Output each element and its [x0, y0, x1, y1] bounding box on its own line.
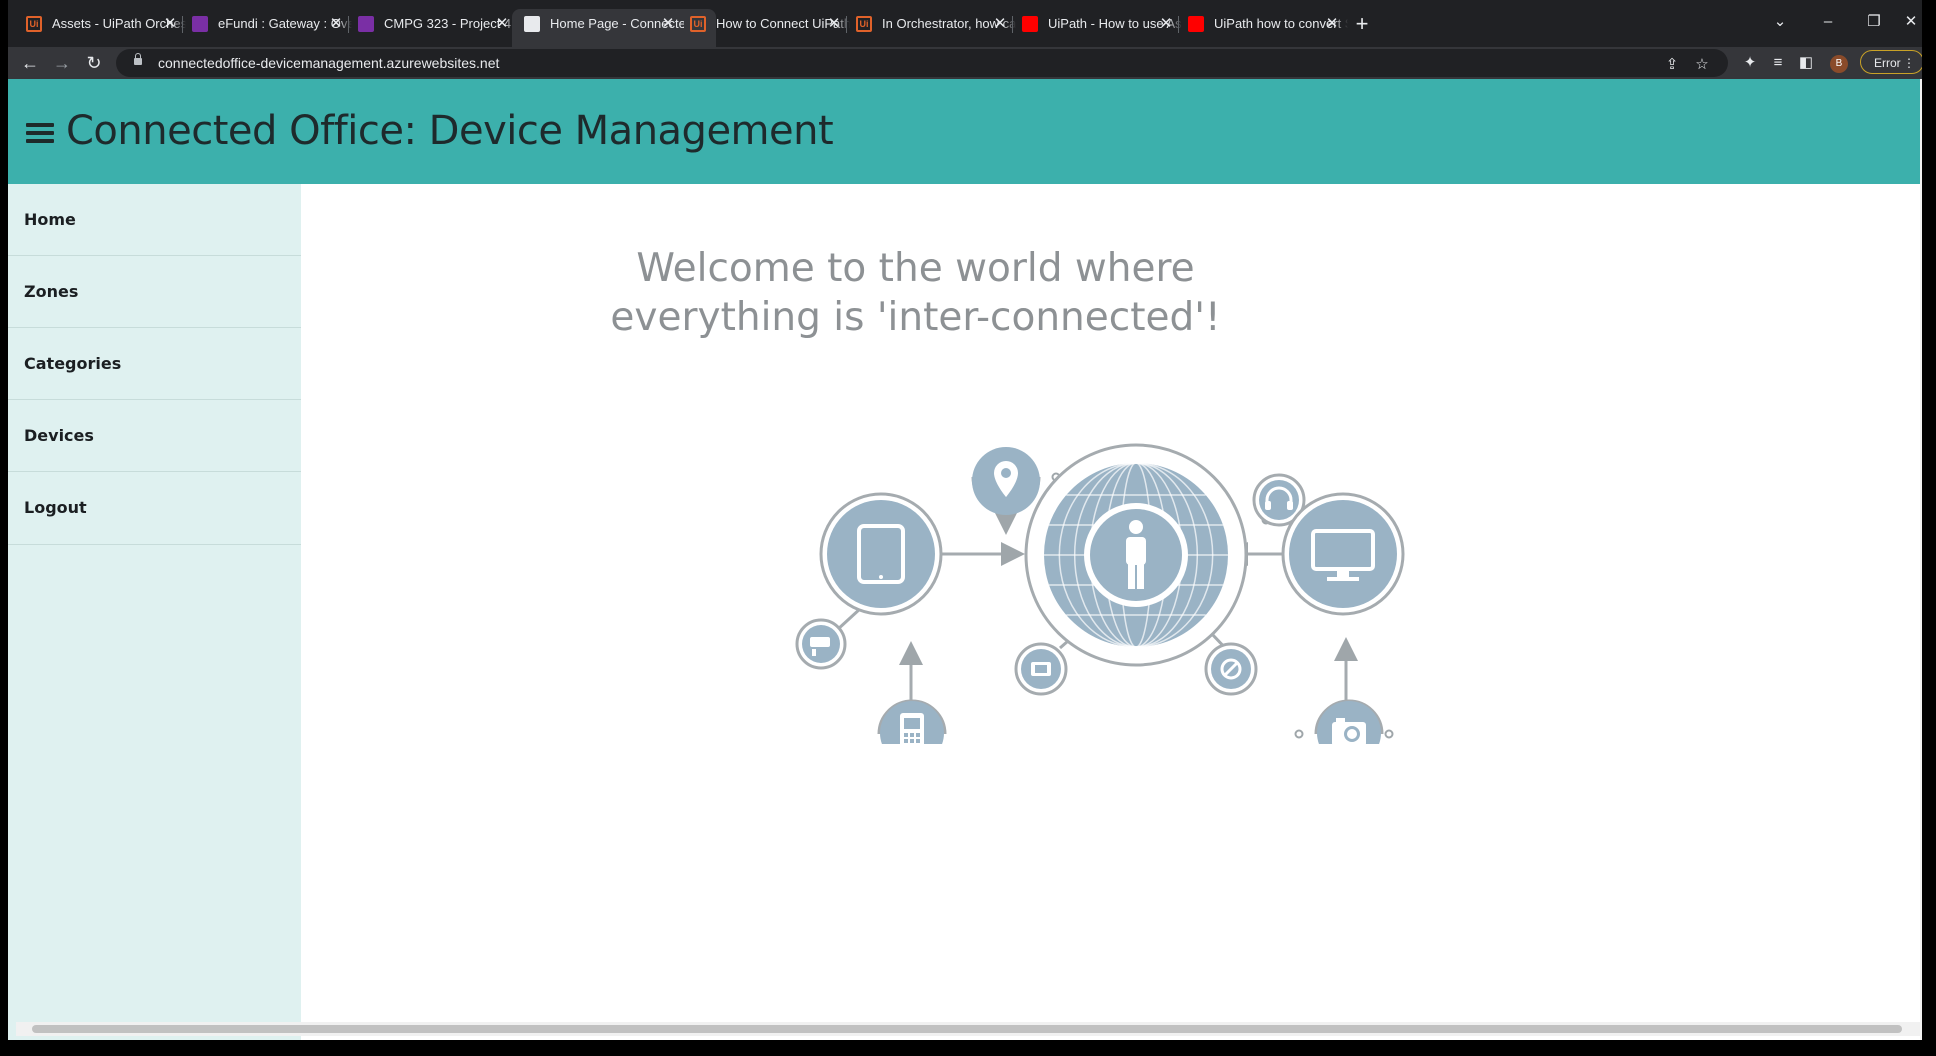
welcome-line-2: everything is 'inter-connected'!	[610, 295, 1221, 340]
youtube-icon	[1022, 16, 1038, 32]
close-icon[interactable]: ✕	[1156, 9, 1176, 39]
scroll-thumb[interactable]	[32, 1025, 1902, 1033]
welcome-heading: Welcome to the world where everything is…	[301, 244, 1530, 342]
close-icon[interactable]: ✕	[1322, 9, 1342, 39]
tv-icon	[1014, 642, 1068, 696]
error-label: Error	[1874, 56, 1901, 70]
site-title: Connected Office: Device Management	[66, 108, 834, 154]
bookmark-star-icon[interactable]: ☆	[1690, 53, 1714, 77]
extensions-icon[interactable]: ✦	[1738, 51, 1762, 75]
browser-toolbar: ← → ↻ connectedoffice-devicemanagement.a…	[8, 47, 1922, 79]
mobile-phone-icon	[880, 701, 944, 744]
sidebar-item-logout[interactable]: Logout	[8, 472, 301, 545]
cctv-camera-icon	[795, 618, 847, 670]
efundi-icon	[192, 16, 208, 32]
uipath-icon: Ui	[856, 16, 872, 32]
reload-button[interactable]: ↻	[80, 49, 108, 77]
close-icon[interactable]: ✕	[658, 9, 678, 39]
sidebar-item-devices[interactable]: Devices	[8, 400, 301, 472]
horizontal-scrollbar[interactable]	[16, 1022, 1920, 1036]
tab-search-icon[interactable]: ⌄	[1760, 10, 1800, 34]
efundi-icon	[358, 16, 374, 32]
compass-icon	[1204, 642, 1258, 696]
sidebar-item-zones[interactable]: Zones	[8, 256, 301, 328]
vertical-scrollbar[interactable]	[1920, 79, 1922, 1040]
video-controls-strip	[0, 1040, 1936, 1056]
close-icon[interactable]: ✕	[326, 9, 346, 39]
close-icon[interactable]: ✕	[160, 9, 180, 39]
connector-dot	[1294, 729, 1304, 739]
share-icon[interactable]: ⇪	[1660, 53, 1684, 77]
menu-dots-icon: ⋮	[1903, 56, 1915, 70]
browser-window: Ui Assets - UiPath Orchestrator ✕ eFundi…	[8, 0, 1922, 1040]
back-button[interactable]: ←	[16, 49, 44, 77]
camera-icon	[1317, 701, 1381, 744]
reading-list-icon[interactable]: ≡	[1766, 51, 1790, 75]
side-panel-icon[interactable]: ◧	[1794, 51, 1818, 75]
close-window-button[interactable]: ✕	[1900, 10, 1922, 34]
close-icon[interactable]: ✕	[990, 9, 1010, 39]
close-icon[interactable]: ✕	[492, 9, 512, 39]
minimize-button[interactable]: –	[1808, 10, 1848, 34]
tablet-icon	[819, 492, 943, 616]
restore-button[interactable]: ❐	[1854, 10, 1894, 34]
close-icon[interactable]: ✕	[824, 9, 844, 39]
location-pin-icon	[972, 447, 1040, 515]
sidebar-item-home[interactable]: Home	[8, 184, 301, 256]
youtube-icon	[1188, 16, 1204, 32]
error-button[interactable]: Error ⋮	[1860, 50, 1922, 74]
monitor-icon	[1281, 492, 1405, 616]
profile-avatar[interactable]: B	[1830, 55, 1848, 73]
hamburger-menu-icon[interactable]	[26, 123, 54, 143]
connector-dot	[1384, 729, 1394, 739]
uipath-icon: Ui	[26, 16, 42, 32]
page-icon	[524, 16, 540, 32]
main-content: Welcome to the world where everything is…	[301, 184, 1920, 1040]
lock-icon	[134, 53, 142, 65]
address-bar[interactable]: connectedoffice-devicemanagement.azurewe…	[116, 49, 1728, 77]
forward-button[interactable]: →	[48, 49, 76, 77]
sidebar-nav: Home Zones Categories Devices Logout	[8, 184, 301, 1040]
new-tab-button[interactable]: +	[1348, 10, 1376, 38]
tab-strip: Ui Assets - UiPath Orchestrator ✕ eFundi…	[8, 0, 1922, 47]
site-header: Connected Office: Device Management	[8, 79, 1920, 184]
welcome-line-1: Welcome to the world where	[636, 246, 1195, 291]
globe-person-icon	[1024, 443, 1248, 667]
connectivity-illustration	[795, 443, 1405, 744]
uipath-icon: Ui	[690, 16, 706, 32]
sidebar-item-categories[interactable]: Categories	[8, 328, 301, 400]
url-text[interactable]: connectedoffice-devicemanagement.azurewe…	[158, 49, 499, 77]
